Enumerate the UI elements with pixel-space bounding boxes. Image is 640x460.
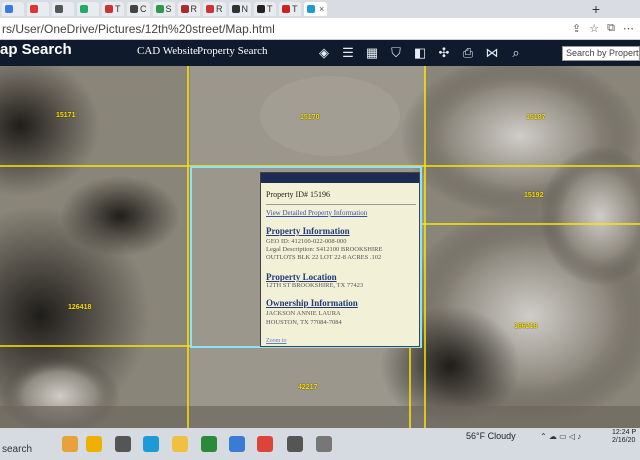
parcel-id-label: 15171 (56, 112, 76, 119)
grid-icon[interactable]: ▦ (362, 43, 382, 63)
tab-favicon-icon (130, 5, 138, 13)
taskbar: search 56°F Cloudy ⌃ ☁ ▭ ◁ ♪ 12:24 P 2/1… (0, 428, 640, 460)
property-location-heading: Property Location (266, 272, 337, 282)
tab-label: C (140, 4, 147, 14)
property-info-heading: Property Information (266, 226, 350, 236)
layers-icon[interactable]: ◈ (314, 43, 334, 63)
legal-description: Legal Description: S412100 BROOKSHIRE (266, 246, 383, 253)
property-location: 12TH ST BROOKSHIRE, TX 77423 (266, 282, 364, 289)
parcel-id-label: 42217 (298, 384, 318, 391)
tab-favicon-icon (231, 5, 240, 13)
weather-status[interactable]: 56°F Cloudy (466, 431, 516, 441)
tab-favicon-icon (5, 5, 13, 13)
tab-favicon-icon (155, 5, 164, 13)
new-tab-button[interactable]: + (592, 1, 600, 17)
parcel-id-label: 15192 (524, 192, 544, 199)
browser-tab-bar: T C S R R N T T × + (0, 0, 640, 18)
tab-favicon-icon (30, 5, 38, 13)
zoom-to-link[interactable]: Zoom to (266, 338, 287, 344)
list-icon[interactable]: ☰ (338, 43, 358, 63)
property-search-input[interactable]: Search by Property I (562, 46, 640, 61)
browser-tab[interactable]: N (228, 2, 252, 16)
app-icon[interactable] (316, 436, 332, 452)
geo-id: GEO ID: 412100-022-008-000 (266, 238, 347, 245)
store-icon[interactable] (201, 436, 217, 452)
clock-time: 12:24 P (612, 429, 637, 436)
edge-icon[interactable] (143, 436, 159, 452)
share-icon[interactable]: ⋈ (482, 43, 502, 63)
view-details-link[interactable]: View Detailed Property Information (266, 209, 367, 217)
tab-label: N (241, 4, 249, 14)
search-icon[interactable]: ⌕ (506, 43, 526, 63)
browser-tab-active[interactable]: × (304, 2, 328, 16)
tab-label: T (115, 4, 121, 14)
cad-website-link[interactable]: CAD Website (137, 45, 198, 57)
url-field[interactable]: rs/User/OneDrive/Pictures/12th%20street/… (0, 22, 572, 36)
tab-favicon-icon (180, 5, 189, 13)
browser-tab[interactable] (27, 2, 49, 16)
ownership-heading: Ownership Information (266, 298, 358, 308)
file-explorer-icon[interactable] (172, 436, 188, 452)
tray-icons: ⌃ ☁ ▭ ◁ ♪ (540, 432, 582, 441)
share-icon[interactable]: ⇪ (572, 22, 581, 35)
tab-favicon-icon (105, 5, 113, 13)
browser-tab[interactable]: R (177, 2, 201, 16)
property-search-link[interactable]: Property Search (197, 45, 268, 57)
measure-icon[interactable]: ✣ (434, 43, 454, 63)
basemap-icon[interactable]: ◧ (410, 43, 430, 63)
divider (266, 204, 416, 205)
tab-favicon-icon (206, 5, 215, 13)
print-icon[interactable]: ⎙ (458, 43, 478, 63)
more-icon[interactable]: ⋯ (623, 22, 634, 35)
app-title: ap Search (0, 41, 72, 58)
property-popup: Property ID# 15196 View Detailed Propert… (260, 172, 420, 347)
tab-favicon-icon (307, 5, 316, 13)
tab-label: R (190, 4, 198, 14)
tab-label: T (292, 4, 298, 14)
parcel-id-label: 126418 (68, 304, 92, 311)
parcel-id-label: 15170 (300, 114, 320, 121)
collections-icon[interactable]: ⧉ (607, 22, 615, 35)
taskbar-search[interactable]: search (2, 444, 32, 455)
browser-tab[interactable]: T (254, 2, 277, 16)
tab-label: R (216, 4, 223, 14)
app-icon[interactable] (287, 436, 303, 452)
app-header: ap Search CAD Website Property Search ◈ … (0, 40, 640, 66)
parcel-id-label: 186218 (514, 323, 538, 330)
tab-favicon-icon (55, 5, 63, 13)
tab-favicon-icon (80, 5, 88, 13)
task-view-icon[interactable] (115, 436, 131, 452)
popup-title: Property ID# 15196 (266, 190, 330, 199)
tab-label: S (165, 4, 172, 14)
owner-address: HOUSTON, TX 77084-7084 (266, 319, 342, 326)
popup-header (261, 173, 419, 183)
browser-tab[interactable] (77, 2, 99, 16)
bookmark-icon[interactable]: ⛉ (386, 43, 406, 63)
widget-icon[interactable] (86, 436, 102, 452)
legal-description: OUTLOTS BLK 22 LOT 22-8 ACRES .102 (266, 254, 382, 261)
browser-tab[interactable]: C (127, 2, 150, 16)
favorite-star-icon[interactable]: ☆ (589, 22, 599, 35)
clock-date: 2/16/20 (612, 437, 636, 444)
tab-favicon-icon (257, 5, 266, 13)
chrome-icon[interactable] (257, 436, 273, 452)
owner-name: JACKSON ANNIE LAURA (266, 310, 341, 317)
browser-tab[interactable]: S (152, 2, 175, 16)
address-bar-icons: ⇪ ☆ ⧉ ⋯ (572, 22, 640, 35)
tab-label: T (267, 4, 273, 14)
browser-tab[interactable]: T (279, 2, 302, 16)
browser-tab[interactable]: T (102, 2, 124, 16)
map-toolbar: ◈ ☰ ▦ ⛉ ◧ ✣ ⎙ ⋈ ⌕ (314, 43, 526, 63)
mail-icon[interactable] (229, 436, 245, 452)
parcel-id-label: 15187 (526, 114, 546, 121)
browser-tab[interactable]: R (203, 2, 226, 16)
address-bar: rs/User/OneDrive/Pictures/12th%20street/… (0, 18, 640, 40)
browser-tab[interactable] (2, 2, 24, 16)
clock[interactable]: 12:24 P 2/16/20 (612, 429, 636, 445)
widget-icon[interactable] (62, 436, 78, 452)
tab-favicon-icon (282, 5, 291, 13)
browser-tab[interactable] (52, 2, 74, 16)
close-tab-icon[interactable]: × (319, 4, 324, 14)
